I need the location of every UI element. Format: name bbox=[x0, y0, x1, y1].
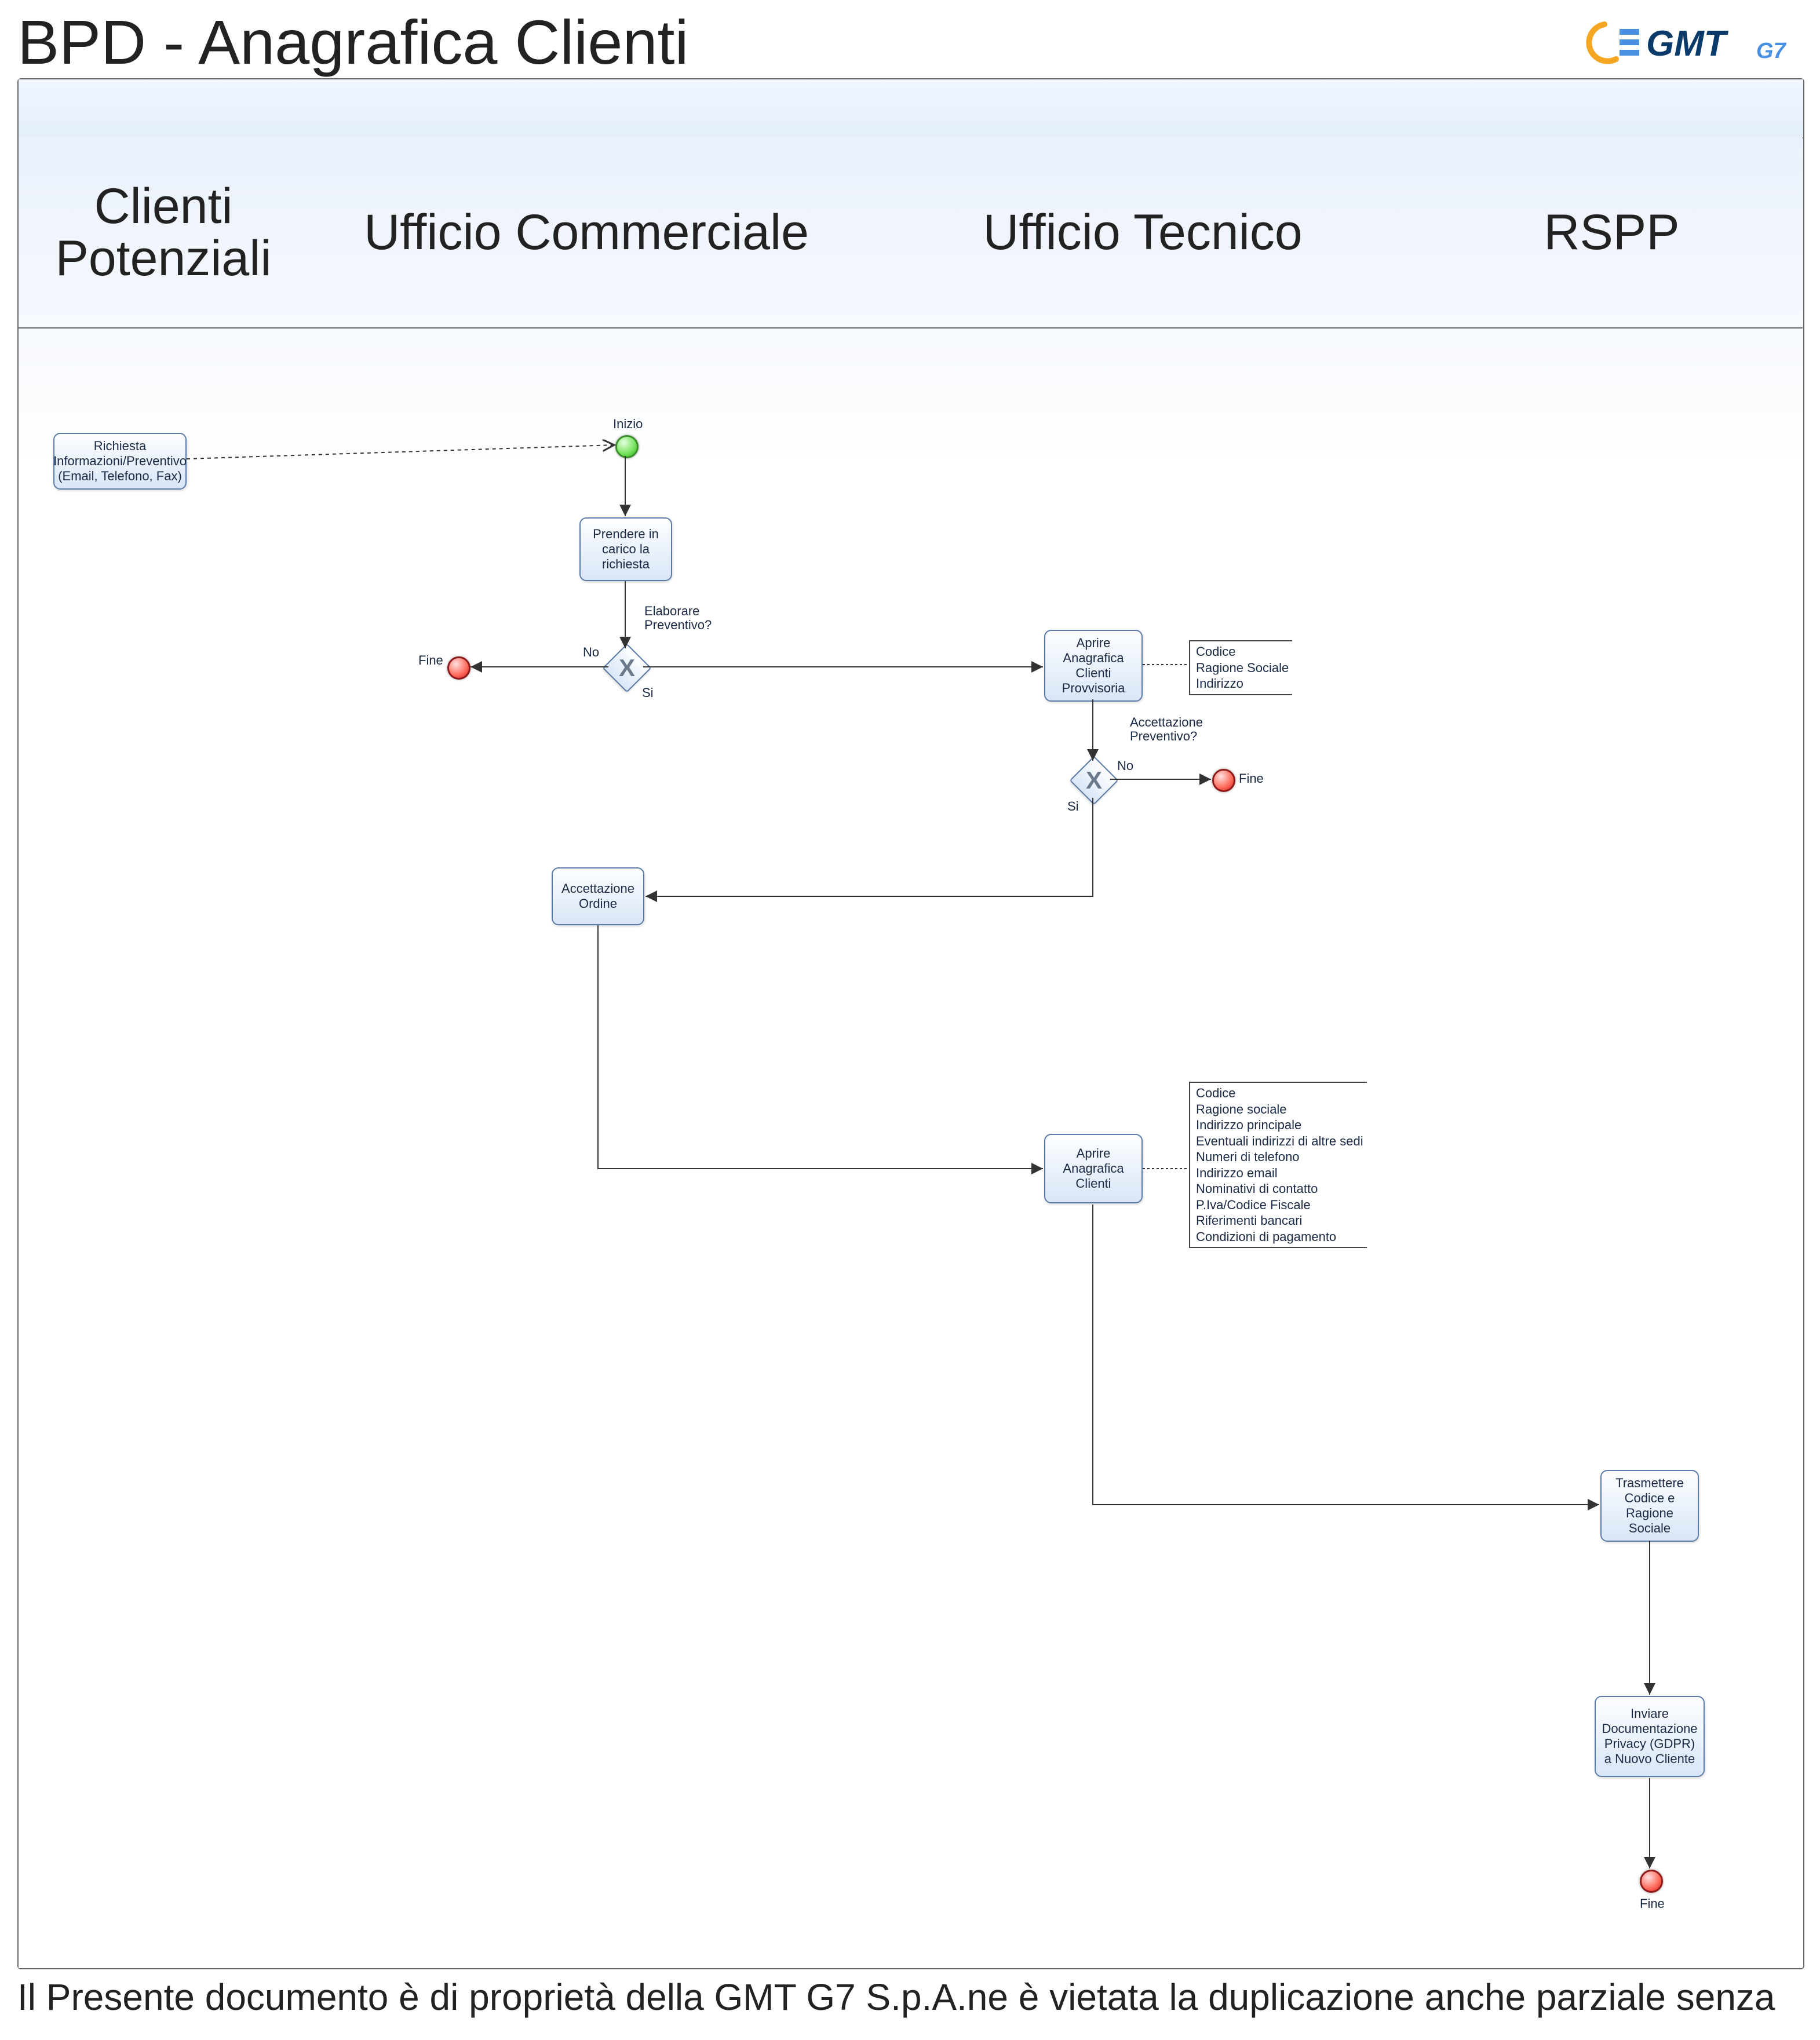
logo-sub: G7 bbox=[1756, 39, 1787, 63]
do2-line8: Riferimenti bancari bbox=[1196, 1213, 1363, 1229]
do2-line7: P.Iva/Codice Fiscale bbox=[1196, 1197, 1363, 1213]
task-richiesta-info: Richiesta Informazioni/Preventivo (Email… bbox=[53, 433, 187, 490]
lane-rspp: RSPP Trasmettere Codice e Ragione Social… bbox=[1421, 137, 1803, 1968]
do2-line4: Numeri di telefono bbox=[1196, 1149, 1363, 1165]
footer-copyright: Il Presente documento è di proprietà del… bbox=[17, 1976, 1802, 2019]
task-inviare-gdpr: Inviare Documentazione Privacy (GDPR) a … bbox=[1595, 1696, 1705, 1777]
do2-line2: Indirizzo principale bbox=[1196, 1117, 1363, 1133]
task-prendere-carico: Prendere in carico la richiesta bbox=[579, 517, 672, 581]
data-object-clienti: Codice Ragione sociale Indirizzo princip… bbox=[1189, 1082, 1367, 1248]
gateway1-label: Elaborare Preventivo? bbox=[644, 604, 720, 632]
do2-line3: Eventuali indirizzi di altre sedi bbox=[1196, 1133, 1363, 1149]
lane-ufficio-commerciale: Ufficio Commerciale Inizio Prendere in c… bbox=[308, 137, 866, 1968]
do1-line1: Ragione Sociale bbox=[1196, 660, 1289, 676]
do2-line5: Indirizzo email bbox=[1196, 1165, 1363, 1181]
end-event-final bbox=[1640, 1870, 1663, 1893]
lane-header-commerciale: Ufficio Commerciale bbox=[308, 137, 865, 329]
gateway2-no: No bbox=[1117, 758, 1133, 773]
lane-clienti-potenziali: Clienti Potenziali Richiesta Informazion… bbox=[19, 137, 309, 1968]
do2-line1: Ragione sociale bbox=[1196, 1101, 1363, 1118]
task-aprire-anagrafica-clienti: Aprire Anagrafica Clienti bbox=[1044, 1134, 1143, 1203]
end-event-no-accettazione bbox=[1212, 769, 1235, 792]
do1-line0: Codice bbox=[1196, 644, 1289, 660]
end3-label: Fine bbox=[1640, 1896, 1665, 1911]
end2-label: Fine bbox=[1239, 771, 1264, 786]
task-aprire-anagrafica-provvisoria: Aprire Anagrafica Clienti Provvisoria bbox=[1044, 630, 1143, 702]
do2-line6: Nominativi di contatto bbox=[1196, 1181, 1363, 1197]
gateway1-si: Si bbox=[642, 685, 654, 700]
lane-header-clienti: Clienti Potenziali bbox=[19, 137, 308, 329]
gateway1-no: No bbox=[583, 645, 599, 660]
bpmn-pool: Clienti Potenziali Richiesta Informazion… bbox=[17, 78, 1804, 1969]
end-event-no-preventivo bbox=[447, 656, 470, 680]
end1-label: Fine bbox=[418, 653, 443, 668]
task-trasmettere-codice: Trasmettere Codice e Ragione Sociale bbox=[1600, 1470, 1699, 1542]
lane-header-rspp: RSPP bbox=[1421, 137, 1803, 329]
do1-line2: Indirizzo bbox=[1196, 676, 1289, 692]
gateway-accettazione-preventivo: X bbox=[1070, 756, 1119, 805]
lane-header-tecnico: Ufficio Tecnico bbox=[865, 137, 1421, 329]
page-title: BPD - Anagrafica Clienti bbox=[17, 6, 689, 78]
task-accettazione-ordine: Accettazione Ordine bbox=[552, 867, 644, 925]
do2-line9: Condizioni di pagamento bbox=[1196, 1229, 1363, 1245]
company-logo: GMT G7 bbox=[1582, 17, 1791, 70]
start-label: Inizio bbox=[613, 417, 643, 432]
lane-ufficio-tecnico: Ufficio Tecnico Aprire Anagrafica Client… bbox=[865, 137, 1422, 1968]
logo-text: GMT bbox=[1646, 24, 1729, 64]
pool-titlebar bbox=[19, 79, 1803, 138]
gateway2-si: Si bbox=[1067, 799, 1079, 814]
data-object-provvisoria: Codice Ragione Sociale Indirizzo bbox=[1189, 640, 1292, 695]
gateway2-label: Accettazione Preventivo? bbox=[1130, 716, 1217, 743]
start-event bbox=[615, 435, 639, 458]
do2-line0: Codice bbox=[1196, 1085, 1363, 1101]
